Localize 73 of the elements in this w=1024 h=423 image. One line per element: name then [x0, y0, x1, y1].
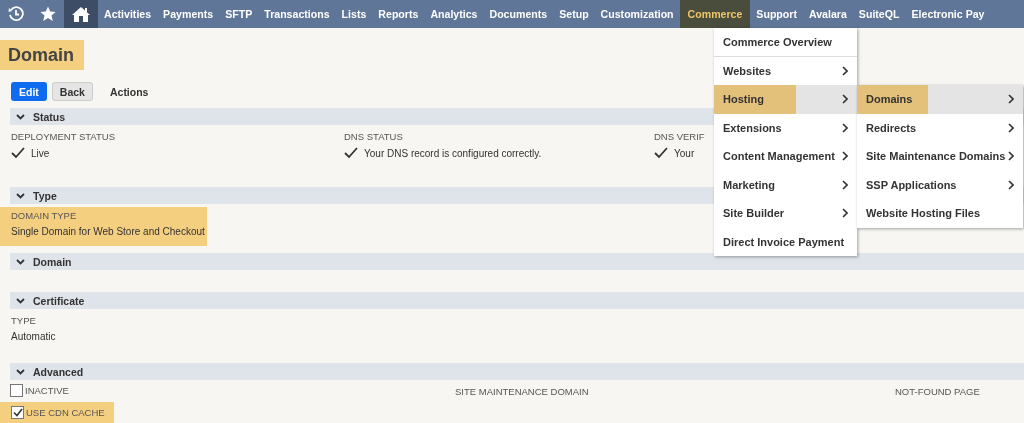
nav-menu-item[interactable]: Commerce [679, 0, 751, 28]
menu-item[interactable]: Domains [857, 85, 1023, 114]
menu-item[interactable]: Content Management [714, 142, 857, 171]
field-value: Your DNS record is configured correctly. [364, 147, 542, 159]
nav-menu-item[interactable]: SFTP [219, 0, 259, 28]
field-value: Live [31, 147, 50, 159]
chevron-right-icon [842, 179, 848, 190]
section-title: Advanced [33, 365, 84, 378]
nav-menu-item[interactable]: Customization [594, 0, 680, 28]
checkmark-icon [11, 147, 25, 159]
home-button[interactable] [64, 0, 98, 28]
actions-menu-button[interactable]: Actions [101, 82, 157, 101]
nav-menu-item[interactable]: Activities [98, 0, 158, 28]
nav-menu-item[interactable]: Payments [157, 0, 220, 28]
nav-menu-item[interactable]: Analytics [424, 0, 484, 28]
chevron-right-icon [1008, 122, 1014, 133]
section-header[interactable]: Certificate [10, 292, 1024, 309]
chevron-right-icon [1008, 151, 1014, 162]
back-button[interactable]: Back [51, 82, 93, 101]
field-label: DEPLOYMENT STATUS [11, 131, 116, 142]
nav-menu-item[interactable]: Reports [372, 0, 425, 28]
chevron-right-icon [1008, 94, 1014, 105]
checkmark-icon [12, 408, 23, 417]
menu-item[interactable]: Direct Invoice Payment [714, 227, 857, 256]
field-label: NOT-FOUND PAGE [895, 385, 981, 398]
nav-menu-item[interactable]: Transactions [258, 0, 336, 28]
edit-button[interactable]: Edit [11, 82, 47, 101]
nav-menu-item[interactable]: Avalara [802, 0, 853, 28]
menu-item[interactable]: Site Maintenance Domains [857, 142, 1023, 171]
section-title: Domain [33, 255, 72, 268]
star-icon [40, 6, 56, 22]
menu-item[interactable]: Commerce Overview [714, 28, 857, 57]
section-header[interactable]: Domain [10, 253, 1024, 270]
menu-item[interactable]: Hosting [714, 85, 857, 114]
recent-history-icon [8, 6, 24, 22]
chevron-right-icon [842, 65, 848, 76]
field-value: Automatic [11, 331, 56, 342]
section-title: Status [33, 110, 66, 123]
checkbox[interactable] [10, 384, 23, 397]
nav-menu-item[interactable]: SuiteQL [852, 0, 906, 28]
chevron-icon [16, 297, 25, 304]
checkbox-label: USE CDN CACHE [26, 407, 105, 418]
home-icon [71, 5, 91, 23]
section-title: Certificate [33, 294, 85, 307]
nav-menu-item[interactable]: Lists [335, 0, 373, 28]
nav-menu-item[interactable]: Setup [553, 0, 595, 28]
chevron-right-icon [842, 151, 848, 162]
field-label: TYPE [11, 315, 37, 326]
chevron-icon [16, 192, 25, 199]
field-label: SITE MAINTENANCE DOMAIN [455, 385, 590, 398]
field-label: DNS VERIF [654, 131, 706, 142]
checkmark-icon [654, 147, 668, 159]
chevron-icon [16, 113, 25, 120]
checkmark-icon [344, 147, 358, 159]
nav-menu-item[interactable]: Support [750, 0, 803, 28]
chevron-icon [16, 258, 25, 265]
chevron-icon [16, 368, 25, 375]
section-title: Type [33, 189, 57, 202]
chevron-right-icon [1008, 179, 1014, 190]
chevron-right-icon [842, 122, 848, 133]
field-value: Single Domain for Web Store and Checkout [11, 226, 205, 237]
page-title: Domain [0, 40, 84, 70]
chevron-right-icon [842, 94, 848, 105]
nav-menu-item[interactable]: Documents [483, 0, 554, 28]
field-label: DNS STATUS [344, 131, 404, 142]
field-value: Your [674, 147, 695, 159]
checkbox-label: INACTIVE [25, 385, 69, 396]
checkbox[interactable] [11, 406, 24, 419]
nav-menu-item[interactable]: Electronic Pay [905, 0, 991, 28]
chevron-right-icon [842, 208, 848, 219]
field-label: DOMAIN TYPE [11, 210, 78, 221]
menu-item[interactable]: Websites [714, 56, 857, 85]
section-header[interactable]: Advanced [10, 363, 1024, 380]
